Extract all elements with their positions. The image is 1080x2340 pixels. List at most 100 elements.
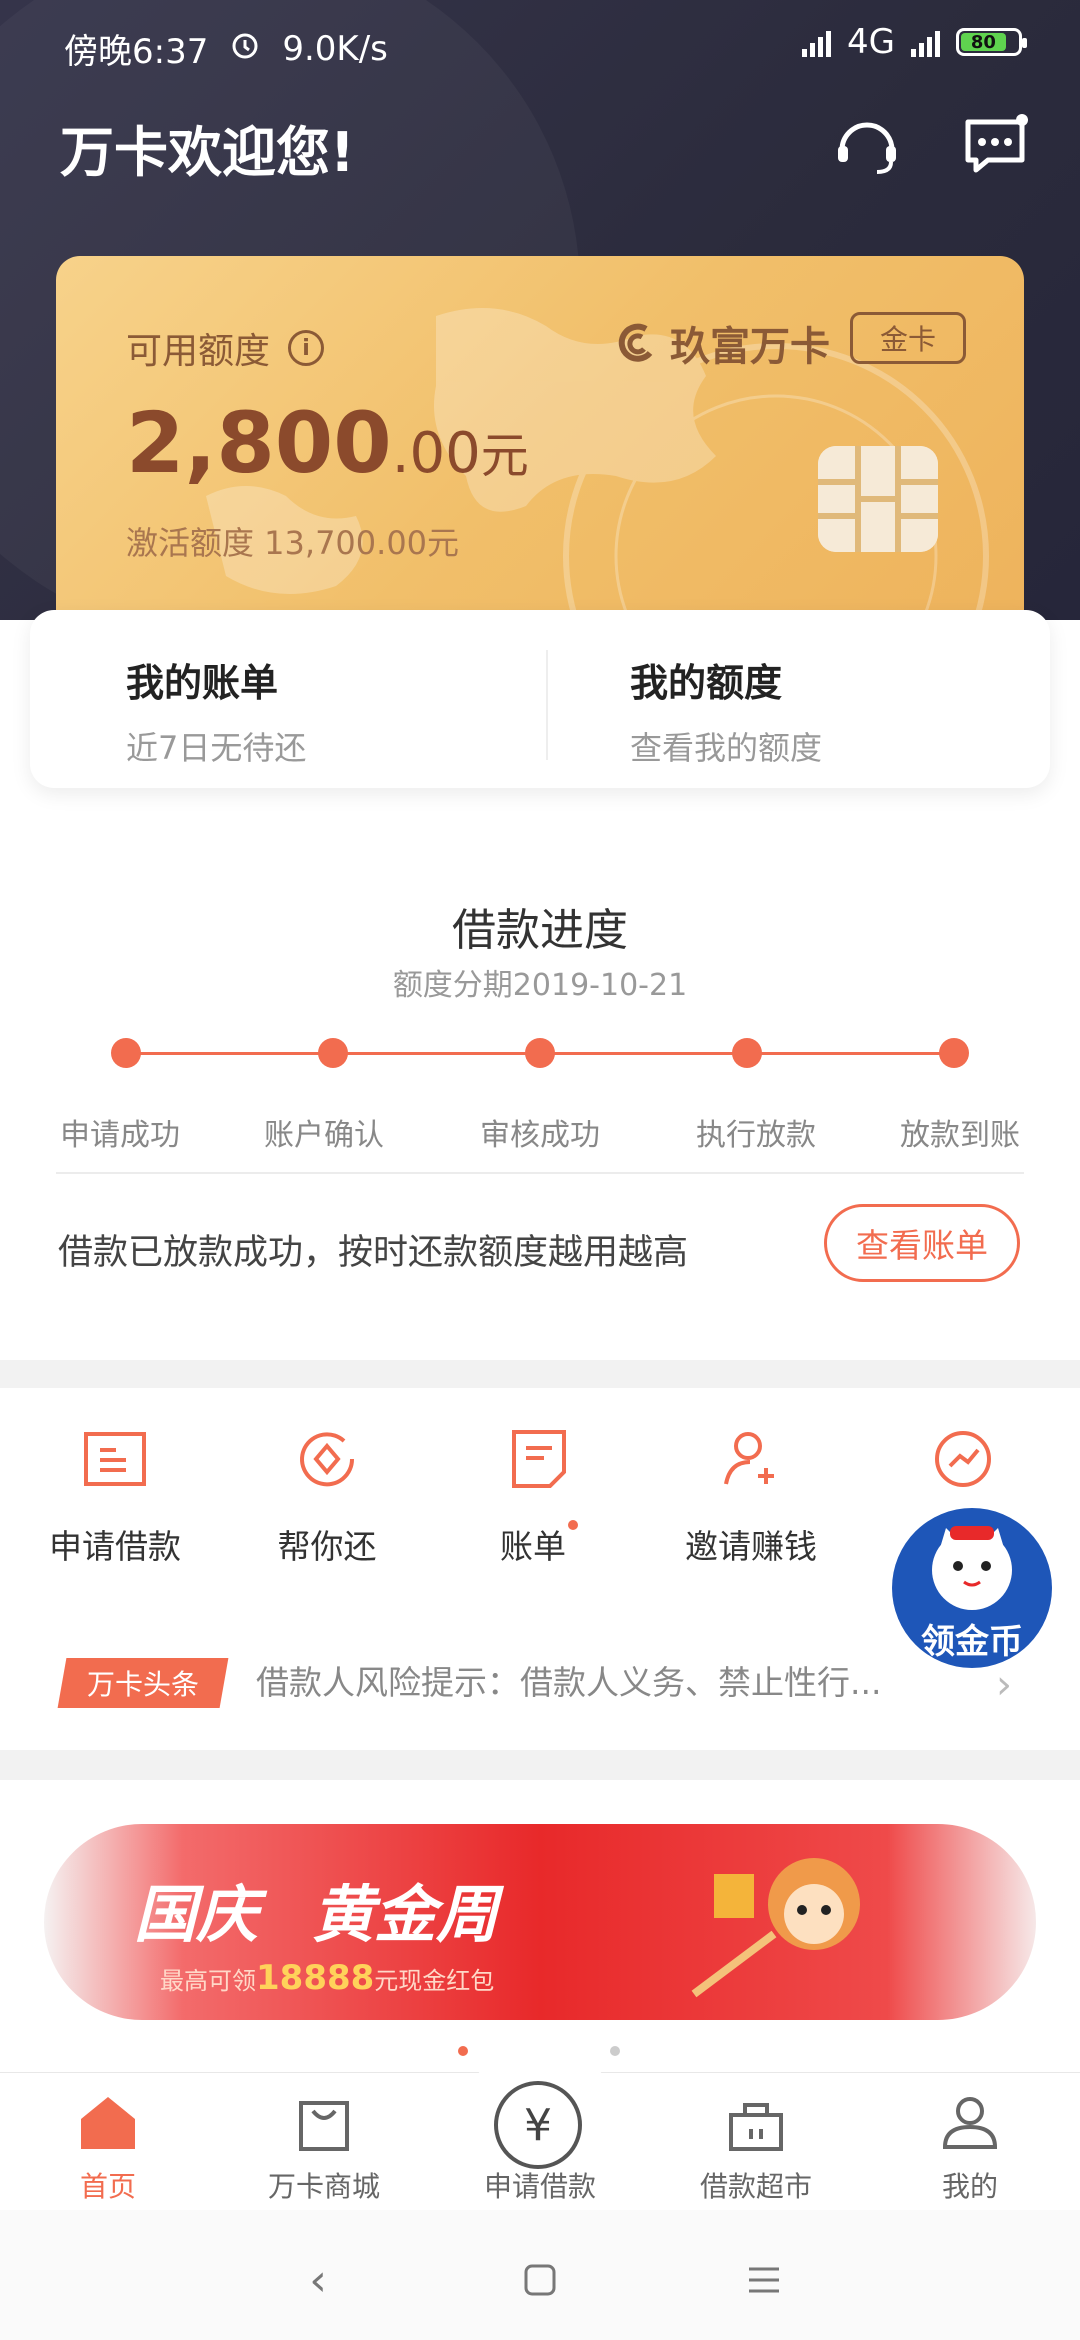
available-label-text: 可用额度 (126, 331, 271, 372)
progress-title: 借款进度 (452, 905, 628, 956)
signal-icon-2 (911, 27, 940, 57)
banner-sub-prefix: 最高可领 (160, 1967, 256, 1995)
collect-coins-badge[interactable]: 领金币 (892, 1508, 1052, 1668)
credit-card[interactable]: 可用额度 i 2,800.00元 激活额度 13,700.00元 玖富万卡 金卡 (56, 256, 1024, 636)
activation-amount: 激活额度 13,700.00元 (126, 524, 460, 562)
back-icon[interactable]: ‹ (288, 2250, 348, 2310)
credit-icon (935, 1431, 991, 1487)
progress-step-dot (732, 1038, 762, 1068)
banner-sub-suffix: 元现金红包 (374, 1967, 495, 1995)
news-tag: 万卡头条 (57, 1658, 229, 1708)
info-icon[interactable]: i (288, 330, 325, 366)
my-quota-subtitle: 查看我的额度 (630, 729, 823, 767)
news-tag-text: 万卡头条 (86, 1668, 199, 1701)
tab-label: 借款超市 (699, 2170, 812, 2203)
collect-coins-text: 领金币 (921, 1622, 1023, 1662)
bottom-tab-bar: 首页 万卡商城 ¥ 申请借款 借款超市 我的 (0, 2043, 1080, 2211)
divider (56, 1172, 1024, 1174)
profile-icon (942, 2097, 998, 2149)
progress-step-label: 申请成功 (60, 1118, 180, 1153)
tab-home[interactable]: 首页 (28, 2089, 188, 2205)
my-bill-title: 我的账单 (126, 661, 279, 705)
loan-status-message: 借款已放款成功，按时还款额度越用越高 (58, 1233, 689, 1273)
banner-page-dot (610, 2046, 620, 2056)
progress-step-label: 执行放款 (696, 1118, 816, 1153)
menu-icon[interactable] (734, 2250, 794, 2310)
service-label: 申请借款 (49, 1527, 181, 1566)
invite-icon (724, 1432, 774, 1485)
tab-divider (546, 650, 548, 760)
apply-loan-icon (84, 1432, 146, 1486)
tab-profile[interactable]: 我的 (890, 2089, 1050, 2205)
banner-page-dot-active (458, 2046, 468, 2056)
battery-icon: 80 (956, 28, 1027, 56)
chevron-right-icon[interactable]: › (996, 1662, 1012, 1708)
available-amount: 2,800.00元 (126, 394, 529, 492)
message-icon[interactable] (960, 110, 1030, 180)
view-bill-button[interactable]: 查看账单 (824, 1204, 1020, 1282)
service-invite[interactable]: 邀请赚钱 (656, 1424, 846, 1568)
home-icon (81, 2097, 135, 2149)
service-apply-loan[interactable]: 申请借款 (20, 1424, 210, 1568)
tab-label: 首页 (79, 2170, 136, 2203)
progress-subtitle: 额度分期2019-10-21 (392, 968, 688, 1003)
status-time: 傍晚6:37 (64, 32, 209, 72)
progress-step-dot (111, 1038, 141, 1068)
signal-icon (802, 27, 832, 57)
banner-panel: 国庆 黄金周 最高可领18888元现金红包 (0, 1780, 1080, 2072)
banner-title-1: 国庆 (134, 1878, 259, 1951)
network-type: 4G (847, 22, 895, 62)
amount-integer: 2,800 (126, 394, 392, 492)
card-chip-icon (818, 446, 938, 552)
my-bill-tab[interactable]: 我的账单 近7日无待还 (126, 652, 306, 769)
battery-level: 80 (961, 32, 1006, 53)
progress-step-label: 账户确认 (264, 1118, 384, 1153)
progress-step-dot (939, 1038, 969, 1068)
banner-title-2: 黄金周 (312, 1878, 499, 1951)
service-bill[interactable]: 账单 (444, 1424, 634, 1568)
my-bill-subtitle: 近7日无待还 (126, 729, 307, 767)
banner-subtitle: 最高可领18888元现金红包 (160, 1958, 494, 1998)
tab-label: 我的 (941, 2170, 998, 2203)
progress-step-dot (318, 1038, 348, 1068)
banner-amount: 18888 (256, 1958, 375, 1998)
brand-logo: 玖富万卡 (616, 314, 830, 372)
brand-logo-icon (618, 323, 653, 362)
brand-name: 玖富万卡 (670, 324, 830, 370)
system-nav-bar: ‹ (0, 2210, 1080, 2340)
network-speed: 9.0K/s (282, 28, 388, 69)
tab-shop[interactable]: 万卡商城 (244, 2089, 404, 2205)
status-bar: 傍晚6:37 9.0K/s 4G 80 (0, 0, 1080, 80)
monkey-mascot-icon (691, 1858, 860, 1998)
tab-loan-market[interactable]: 借款超市 (676, 2089, 836, 2205)
alarm-icon (230, 29, 260, 69)
news-headline[interactable]: 借款人风险提示：借款人义务、禁止性行... (256, 1656, 936, 1704)
bill-icon (512, 1430, 566, 1488)
amount-unit: 元 (480, 428, 529, 484)
yuan-icon[interactable]: ¥ (494, 2081, 582, 2169)
notification-dot (568, 1520, 578, 1530)
progress-step-dot (525, 1038, 555, 1068)
headset-icon[interactable] (832, 110, 902, 180)
service-label: 账单 (444, 1520, 634, 1568)
progress-step-label: 放款到账 (900, 1118, 1020, 1153)
market-icon (729, 2103, 783, 2151)
progress-step-label: 审核成功 (480, 1118, 600, 1153)
home-nav-icon[interactable] (510, 2250, 570, 2310)
shop-bag-icon (299, 2101, 349, 2151)
amount-decimal: .00 (391, 421, 481, 486)
promo-banner[interactable]: 国庆 黄金周 最高可领18888元现金红包 (44, 1824, 1036, 2020)
available-credit-label: 可用额度 i (126, 322, 325, 374)
welcome-title: 万卡欢迎您! (60, 121, 355, 184)
service-label-text: 账单 (500, 1527, 566, 1566)
tab-label: 万卡商城 (267, 2170, 380, 2203)
help-repay-icon (300, 1432, 355, 1487)
service-help-repay[interactable]: 帮你还 (232, 1424, 422, 1568)
my-quota-title: 我的额度 (630, 661, 783, 705)
service-label: 邀请赚钱 (685, 1527, 817, 1566)
tab-label: 申请借款 (483, 2170, 596, 2203)
service-label: 帮你还 (277, 1527, 377, 1566)
quick-tabs-card: 我的账单 近7日无待还 我的额度 查看我的额度 (30, 610, 1050, 788)
card-tier-badge: 金卡 (850, 312, 966, 364)
my-quota-tab[interactable]: 我的额度 查看我的额度 (630, 652, 822, 769)
